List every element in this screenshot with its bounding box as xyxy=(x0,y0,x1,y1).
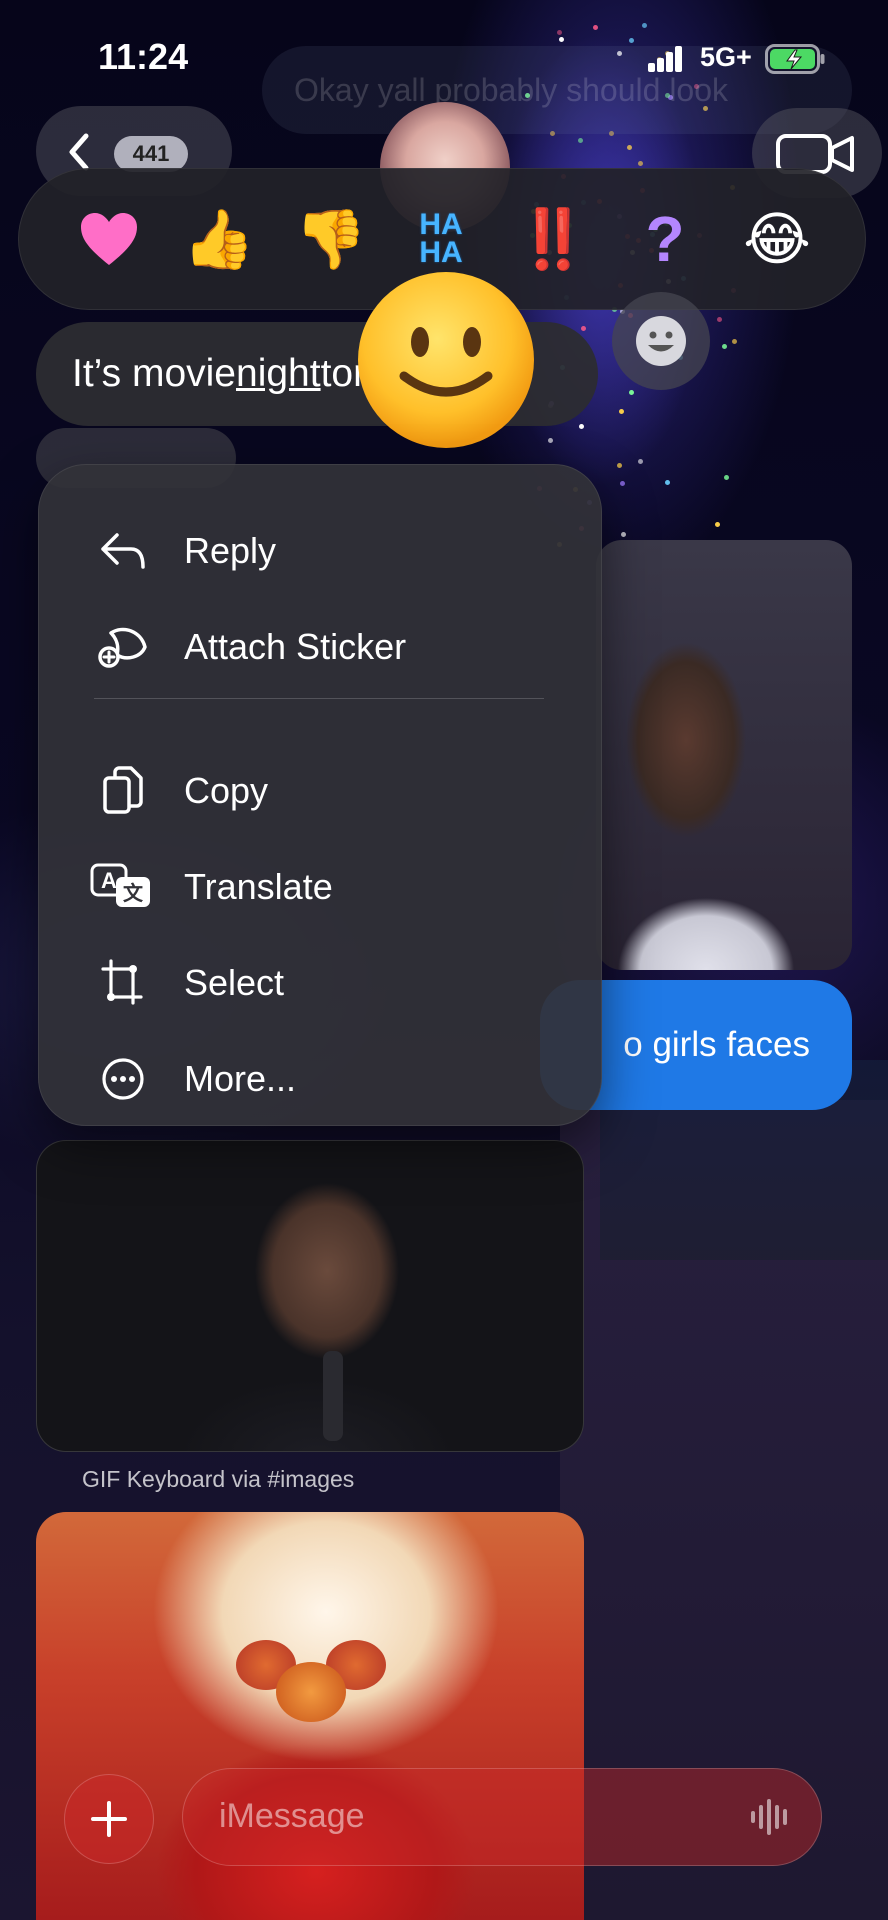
tapback-heart[interactable] xyxy=(66,196,152,282)
svg-text:文: 文 xyxy=(123,881,144,905)
chevron-left-icon xyxy=(69,133,89,171)
add-emoji-reaction-button[interactable] xyxy=(612,292,710,390)
menu-item-translate[interactable]: A 文 Translate xyxy=(38,842,602,932)
cellular-signal-icon xyxy=(648,46,684,72)
reply-icon xyxy=(96,524,150,578)
haha-icon: HA HA xyxy=(419,208,463,269)
menu-divider xyxy=(94,698,544,699)
message-text-underlined[interactable]: night xyxy=(236,352,321,396)
microphone-graphic xyxy=(323,1351,343,1441)
light-sparkle xyxy=(716,316,722,322)
smiley-face-icon xyxy=(636,316,686,366)
apps-plus-button[interactable] xyxy=(64,1774,154,1864)
translate-icon: A 文 xyxy=(90,860,152,914)
message-text-part: It’s movie xyxy=(72,352,236,395)
menu-item-reply[interactable]: Reply xyxy=(38,506,602,596)
more-icon xyxy=(96,1052,150,1106)
photo-message[interactable] xyxy=(596,540,852,970)
status-time: 11:24 xyxy=(98,36,189,77)
light-sparkle xyxy=(547,438,553,444)
question-mark-icon: ? xyxy=(645,203,685,275)
slightly-smiling-face-icon xyxy=(358,272,534,448)
battery-charging-icon xyxy=(765,44,825,74)
light-sparkle xyxy=(665,479,671,485)
light-sparkle xyxy=(723,474,729,480)
gif-message[interactable] xyxy=(36,1140,584,1452)
balloon-icon xyxy=(861,209,866,269)
status-bar: 11:24 5G+ xyxy=(0,0,888,110)
light-sparkle xyxy=(578,137,584,143)
audio-waveform-icon[interactable] xyxy=(749,1799,793,1835)
menu-item-select[interactable]: Select xyxy=(38,938,602,1028)
svg-text:A: A xyxy=(101,868,117,893)
light-sparkle xyxy=(638,160,644,166)
message-input-field[interactable]: iMessage xyxy=(182,1768,822,1866)
light-sparkle xyxy=(731,338,737,344)
light-sparkle xyxy=(638,458,644,464)
tapback-laughing[interactable]: 😂 xyxy=(734,196,820,282)
menu-label: Translate xyxy=(184,866,333,907)
message-input-placeholder: iMessage xyxy=(219,1797,365,1835)
menu-label: Select xyxy=(184,962,285,1003)
thumbs-up-icon: 👍 xyxy=(182,205,256,273)
menu-label: More... xyxy=(184,1058,297,1099)
select-icon xyxy=(96,956,150,1010)
gif-caption[interactable]: GIF Keyboard via #images xyxy=(82,1466,354,1493)
light-sparkle xyxy=(580,326,586,332)
heart-icon xyxy=(81,213,137,265)
menu-label: Reply xyxy=(184,530,277,571)
message-context-menu: Reply Attach Sticker Copy A 文 Translate … xyxy=(38,464,602,1126)
double-exclamation-icon: ‼️ xyxy=(516,205,590,273)
tapback-thumbs-up[interactable]: 👍 xyxy=(176,196,262,282)
plus-icon xyxy=(91,1801,127,1837)
elmo-nose xyxy=(276,1662,346,1722)
copy-icon xyxy=(96,764,150,818)
light-sparkle xyxy=(616,462,622,468)
tapback-balloon[interactable] xyxy=(838,196,866,282)
menu-label: Attach Sticker xyxy=(184,626,407,667)
sent-message-text: o girls faces xyxy=(623,1025,810,1064)
sticker-icon xyxy=(96,620,150,674)
light-sparkle xyxy=(715,521,721,527)
menu-item-more[interactable]: More... xyxy=(38,1034,602,1124)
unread-count-badge: 441 xyxy=(114,136,188,172)
thumbs-down-icon: 👎 xyxy=(294,205,368,273)
menu-item-attach-sticker[interactable]: Attach Sticker xyxy=(38,602,602,692)
tapback-question[interactable]: ? xyxy=(622,196,708,282)
menu-label: Copy xyxy=(184,770,269,811)
menu-item-copy[interactable]: Copy xyxy=(38,746,602,836)
tears-of-joy-icon: 😂 xyxy=(743,205,811,273)
network-type: 5G+ xyxy=(700,42,752,72)
